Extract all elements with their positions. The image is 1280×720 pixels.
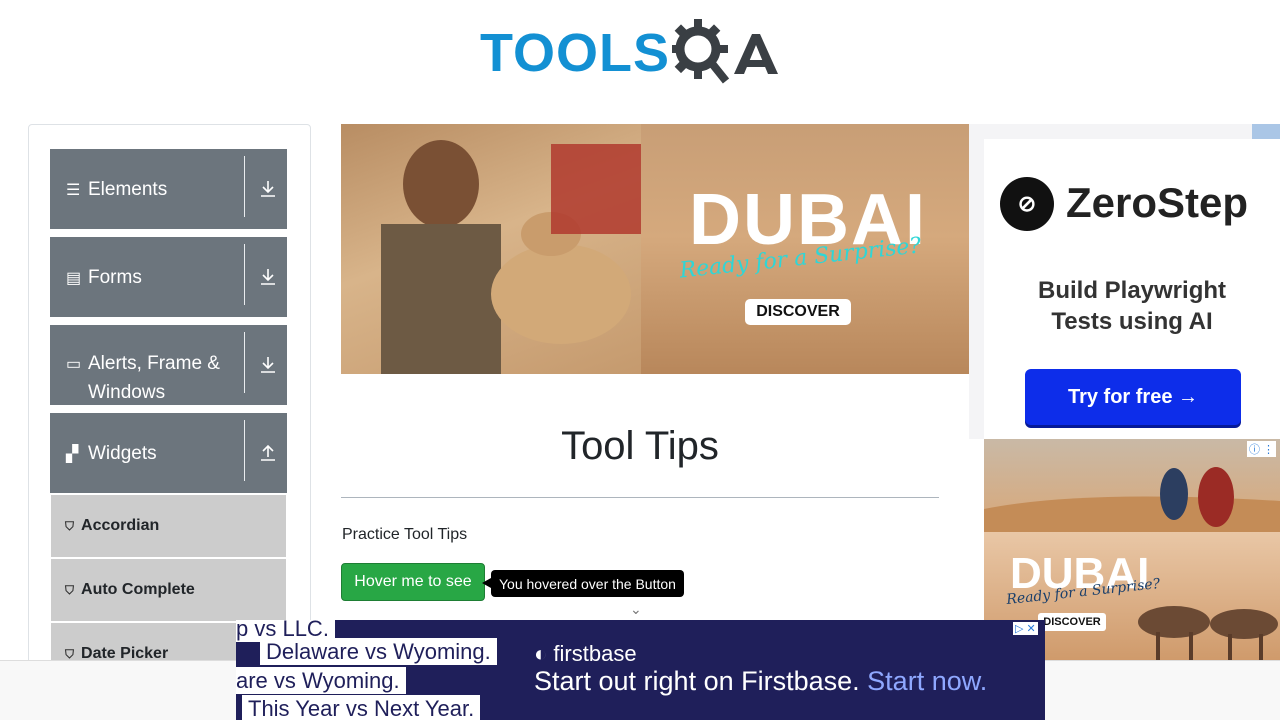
ad-chip: This Year vs Next Year.: [242, 695, 481, 720]
ad-dubai-panel: DUBAI Ready for a Surprise? DISCOVER: [641, 124, 969, 374]
hover-me-button[interactable]: Hover me to see: [341, 563, 485, 601]
document-icon: ▤: [66, 270, 82, 287]
firstbase-brand: firstbase: [553, 641, 637, 666]
html5-icon: ⛉: [65, 582, 75, 597]
discover-button-small[interactable]: DISCOVER: [1038, 613, 1106, 631]
ad-photo-man-camel: [341, 124, 641, 374]
zerostep-brand: ZeroStep: [1066, 179, 1249, 226]
page: TOOLS QA ☰ Elements: [0, 0, 1280, 720]
group-elements-header: ☰ Elements: [50, 149, 287, 205]
sidebar-item-label: Auto Complete: [81, 581, 195, 598]
group-alerts-frame-windows[interactable]: ▭ Alerts, Frame & Windows: [50, 325, 287, 405]
title-divider: [341, 497, 939, 498]
group-elements-label: Elements: [88, 179, 168, 200]
firstbase-banner-ad[interactable]: p vs LLC. Delaware vs Wyoming. are vs Wy…: [236, 620, 1045, 720]
toolsqa-logo[interactable]: TOOLS QA: [480, 14, 805, 92]
zerostep-ad[interactable]: ⊘ ZeroStep Build Playwright Tests using …: [969, 124, 1280, 439]
ad-chip: are vs Wyoming.: [236, 667, 406, 694]
group-widgets[interactable]: ▞ Widgets: [50, 413, 287, 493]
zerostep-tagline-line2: Tests using AI: [1051, 308, 1213, 335]
firstbase-message: Start out right on Firstbase. Start now.: [534, 666, 987, 697]
group-alerts-header: ▭ Alerts, Frame & Windows: [50, 325, 287, 407]
sidebar-item-label: Accordian: [81, 517, 160, 534]
widgets-icon: ▞: [66, 446, 79, 463]
practice-label: Practice Tool Tips: [342, 526, 468, 543]
group-divider: [244, 156, 245, 217]
tooltip-arrow: [482, 578, 491, 588]
tooltip: You hovered over the Button: [491, 570, 684, 597]
ad-chip: Delaware vs Wyoming.: [260, 638, 497, 665]
download-arrow-icon[interactable]: [257, 325, 279, 405]
window-icon: ▭: [66, 356, 82, 373]
zerostep-tagline: Build Playwright Tests using AI: [984, 275, 1280, 337]
upload-arrow-icon[interactable]: [257, 413, 279, 493]
group-forms[interactable]: ▤ Forms: [50, 237, 287, 317]
try-for-free-button[interactable]: Try for free →: [1025, 369, 1241, 425]
group-divider: [244, 244, 245, 305]
sidebar-item-auto-complete[interactable]: ⛉ Auto Complete: [51, 559, 286, 621]
group-divider: [244, 332, 245, 393]
group-widgets-header: ▞ Widgets: [50, 413, 287, 469]
discover-button[interactable]: DISCOVER: [745, 299, 851, 325]
group-forms-label: Forms: [88, 267, 142, 288]
firstbase-message-text: Start out right on Firstbase.: [534, 666, 860, 696]
ad-choices-icon[interactable]: ▷ ✕: [1013, 622, 1038, 635]
logo-a-letter: [734, 34, 779, 74]
group-alerts-label: Alerts, Frame & Windows: [88, 353, 220, 403]
dubai-banner-ad[interactable]: DUBAI Ready for a Surprise? DISCOVER: [341, 124, 969, 374]
camel-illustration: [381, 140, 641, 374]
group-forms-header: ▤ Forms: [50, 237, 287, 293]
html5-icon: ⛉: [65, 518, 75, 533]
group-elements[interactable]: ☰ Elements: [50, 149, 287, 229]
group-divider: [244, 420, 245, 481]
ad-choices-icon[interactable]: ⓘ ⋮: [1246, 441, 1276, 457]
sidebar-item-accordian[interactable]: ⛉ Accordian: [51, 495, 286, 557]
zerostep-card: ⊘ ZeroStep Build Playwright Tests using …: [984, 139, 1280, 439]
gear-magnifier-icon: [672, 19, 730, 84]
start-now-link[interactable]: Start now.: [867, 666, 987, 696]
zerostep-logo-icon: ⊘: [1000, 177, 1054, 231]
firstbase-logo: ◐ firstbase: [534, 641, 637, 667]
hamburger-icon: ☰: [66, 182, 81, 199]
firstbase-logo-icon: ◐: [534, 641, 548, 666]
ad-photo-couple-desert: [984, 439, 1280, 532]
group-widgets-label: Widgets: [88, 443, 157, 464]
chevron-down-icon: ⌄: [630, 601, 642, 617]
page-title: Tool Tips: [561, 424, 719, 468]
ad-edge-strip: [1252, 124, 1280, 139]
logo-tools-text: TOOLS: [480, 23, 671, 83]
zerostep-tagline-line1: Build Playwright: [1037, 277, 1226, 304]
download-arrow-icon[interactable]: [257, 237, 279, 317]
desert-illustration: [984, 467, 1280, 532]
download-arrow-icon[interactable]: [257, 149, 279, 229]
